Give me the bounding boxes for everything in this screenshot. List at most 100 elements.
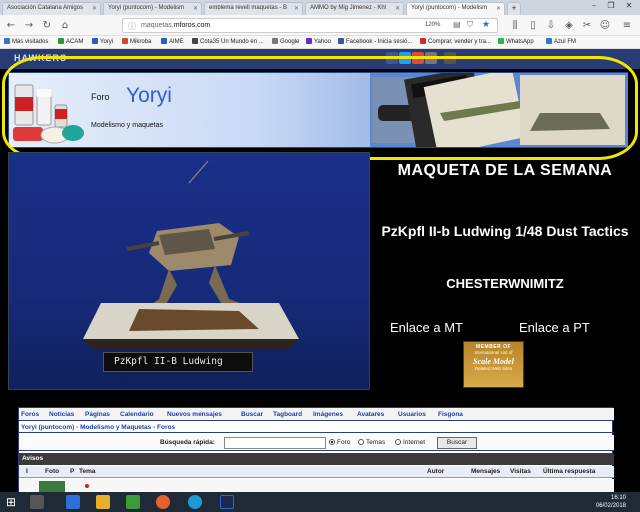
model-photo[interactable]: PzKpfl II-B Ludwing bbox=[8, 152, 370, 390]
bookmark-item[interactable]: Cota35 Un Mundo en ... bbox=[192, 38, 264, 45]
search-label: Búsqueda rápida: bbox=[160, 439, 215, 446]
info-icon[interactable]: ⓘ bbox=[128, 21, 136, 32]
firefox-icon[interactable] bbox=[156, 495, 170, 509]
photoshop-icon[interactable] bbox=[220, 495, 234, 509]
skype-icon[interactable] bbox=[188, 495, 202, 509]
nav-link-buscar[interactable]: Buscar bbox=[241, 411, 263, 418]
store-icon[interactable] bbox=[126, 495, 140, 509]
bookmark-item[interactable]: AIME bbox=[161, 38, 184, 45]
nav-link-foros[interactable]: Foros bbox=[21, 411, 39, 418]
nav-link-usuarios[interactable]: Usuarios bbox=[398, 411, 426, 418]
url-bar[interactable]: ⓘ maquetas.mforos.com 120% ▤ ⛉ ★ bbox=[122, 18, 498, 33]
col-header[interactable]: Última respuesta bbox=[543, 468, 595, 475]
minimize-button[interactable]: – bbox=[586, 1, 602, 12]
zoom-level[interactable]: 120% bbox=[425, 22, 440, 28]
close-tab-icon[interactable]: ✕ bbox=[294, 5, 299, 12]
bookmark-star-icon[interactable]: ★ bbox=[482, 19, 490, 30]
search-option-foro[interactable]: Foro bbox=[329, 439, 350, 446]
bookmark-item[interactable]: WhatsApp bbox=[498, 38, 534, 45]
bookmark-item[interactable]: ACAM bbox=[58, 38, 83, 45]
close-tab-icon[interactable]: ✕ bbox=[193, 5, 198, 12]
sidebar-icon[interactable]: ▯ bbox=[526, 19, 540, 32]
bookmark-item[interactable]: Google bbox=[272, 38, 299, 45]
file-explorer-icon[interactable] bbox=[96, 495, 110, 509]
bookmark-icon bbox=[306, 38, 312, 44]
bookmark-item[interactable]: Más visitados bbox=[4, 38, 48, 45]
extension-icon[interactable]: ◈ bbox=[562, 19, 576, 32]
bookmark-icon bbox=[272, 38, 278, 44]
close-tab-icon[interactable]: ✕ bbox=[496, 5, 501, 12]
col-header[interactable]: Visitas bbox=[510, 468, 531, 475]
browser-tab[interactable]: emblema revell maquetas - B ✕ bbox=[204, 2, 303, 15]
back-arrow-icon[interactable]: ← bbox=[4, 19, 18, 32]
radio-icon bbox=[358, 439, 364, 445]
col-header[interactable]: Tema bbox=[79, 468, 96, 475]
home-icon[interactable]: ⌂ bbox=[58, 19, 72, 32]
breadcrumb-item[interactable]: Yoryi (puntocom) bbox=[21, 424, 74, 431]
new-tab-button[interactable]: + bbox=[507, 2, 521, 15]
breadcrumb-item[interactable]: Foros bbox=[157, 424, 175, 431]
bookmark-item[interactable]: Comprar, vender y tra... bbox=[420, 38, 491, 45]
windows-start-icon[interactable]: ⊞ bbox=[4, 495, 18, 509]
reader-icon[interactable]: ▤ bbox=[453, 20, 461, 29]
nav-link-tagboard[interactable]: Tagboard bbox=[273, 411, 302, 418]
browser-tab[interactable]: Asociación Catalana Amigos ✕ bbox=[2, 2, 101, 15]
search-option-temas[interactable]: Temas bbox=[358, 439, 385, 446]
edge-icon[interactable] bbox=[66, 495, 80, 509]
download-icon[interactable]: ⇩ bbox=[544, 19, 558, 32]
nav-link-avatares[interactable]: Avatares bbox=[357, 411, 384, 418]
bookmark-item[interactable]: Yoryi bbox=[92, 38, 113, 45]
bookmark-item[interactable]: Azul FM bbox=[546, 38, 576, 45]
col-header[interactable]: I bbox=[26, 468, 28, 475]
account-icon[interactable]: ☺ bbox=[598, 19, 612, 32]
close-window-button[interactable]: ✕ bbox=[621, 1, 637, 12]
search-input[interactable] bbox=[224, 437, 326, 449]
nav-link-calendario[interactable]: Calendario bbox=[120, 411, 154, 418]
url-host: mforos.com bbox=[173, 22, 211, 29]
photo-caption: PzKpfl II-B Ludwing bbox=[103, 352, 253, 372]
library-icon[interactable]: ⫼ bbox=[508, 19, 522, 32]
quick-search: Búsqueda rápida: Foro Temas Internet Bus… bbox=[19, 435, 614, 451]
link-mt[interactable]: Enlace a MT bbox=[390, 320, 463, 335]
browser-nav-bar: ← → ↻ ⌂ ⓘ maquetas.mforos.com 120% ▤ ⛉ ★… bbox=[0, 15, 640, 36]
scale-model-badge[interactable]: MEMBER OF International List of Scale Mo… bbox=[463, 341, 524, 388]
browser-tab[interactable]: AMMO by Mig Jimenez - Khl ✕ bbox=[305, 2, 404, 15]
close-tab-icon[interactable]: ✕ bbox=[395, 5, 400, 12]
nav-link-fisgona[interactable]: Fisgona bbox=[438, 411, 463, 418]
pocket-icon[interactable]: ⛉ bbox=[467, 20, 473, 30]
url-prefix: maquetas. bbox=[141, 22, 174, 29]
task-view-icon[interactable] bbox=[30, 495, 44, 509]
search-option-internet[interactable]: Internet bbox=[395, 439, 425, 446]
col-header[interactable]: Mensajes bbox=[471, 468, 500, 475]
bookmark-item[interactable]: Facebook - Inicia sesió... bbox=[338, 38, 412, 45]
forward-arrow-icon[interactable]: → bbox=[22, 19, 36, 32]
nav-link-noticias[interactable]: Noticias bbox=[49, 411, 74, 418]
breadcrumb-item[interactable]: Modelismo y Maquetas bbox=[80, 424, 151, 431]
tab-label: Asociación Catalana Amigos bbox=[7, 5, 84, 11]
close-tab-icon[interactable]: ✕ bbox=[92, 5, 97, 12]
browser-tab-active[interactable]: Yoryi (puntocom) - Modelism ✕ bbox=[406, 2, 505, 15]
col-header[interactable]: P bbox=[70, 468, 74, 475]
bookmark-icon bbox=[4, 38, 10, 44]
reload-icon[interactable]: ↻ bbox=[40, 19, 54, 32]
col-header[interactable]: Foto bbox=[45, 468, 59, 475]
link-pt[interactable]: Enlace a PT bbox=[519, 320, 590, 335]
maximize-button[interactable]: ❐ bbox=[603, 1, 619, 12]
nav-link-imagenes[interactable]: Imágenes bbox=[313, 411, 343, 418]
col-header[interactable]: Autor bbox=[427, 468, 444, 475]
bookmark-item[interactable]: Mikroba bbox=[122, 38, 151, 45]
menu-icon[interactable]: ≡ bbox=[620, 19, 634, 32]
screenshot-icon[interactable]: ✂ bbox=[580, 19, 594, 32]
search-button[interactable]: Buscar bbox=[437, 437, 477, 449]
clock[interactable]: 16:10 06/02/2018 bbox=[596, 494, 626, 510]
yellow-highlight-outline bbox=[2, 56, 638, 160]
clock-date: 06/02/2018 bbox=[595, 503, 626, 509]
tab-label: Yoryi (puntocom) - Modelism bbox=[108, 5, 185, 11]
tab-label: Yoryi (puntocom) - Modelism bbox=[411, 5, 488, 11]
nav-link-paginas[interactable]: Páginas bbox=[85, 411, 110, 418]
nav-link-nuevos-mensajes[interactable]: Nuevos mensajes bbox=[167, 411, 222, 418]
table-row[interactable] bbox=[19, 479, 614, 493]
browser-tab[interactable]: Yoryi (puntocom) - Modelism ✕ bbox=[103, 2, 202, 15]
bookmark-item[interactable]: Yahoo bbox=[306, 38, 331, 45]
bookmark-icon bbox=[192, 38, 198, 44]
